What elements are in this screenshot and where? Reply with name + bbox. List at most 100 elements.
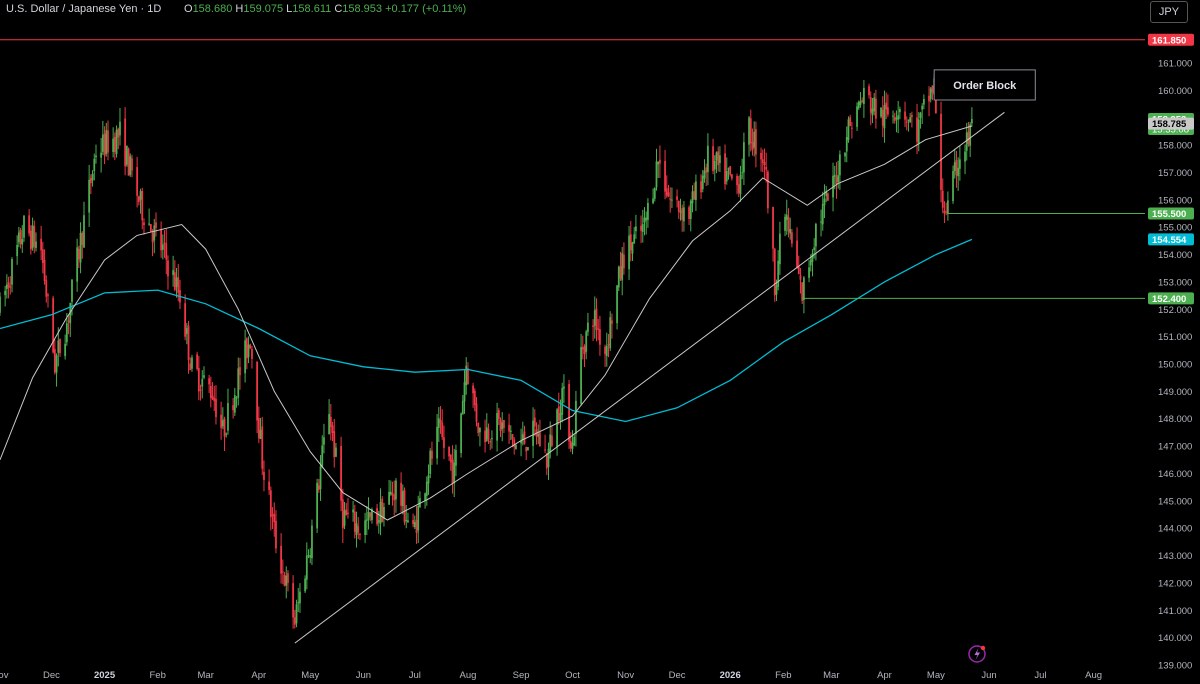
candle-body	[761, 159, 764, 163]
candle-body	[472, 385, 474, 394]
candle-body	[153, 225, 156, 241]
candle-body	[412, 520, 414, 525]
candle-body	[393, 494, 396, 501]
price-chart[interactable]: Order Block 139.000 140.000 141.000 142.000…	[0, 0, 1200, 684]
support-level-badge-value: 152.400	[1152, 294, 1186, 305]
candle-body	[189, 363, 192, 371]
time-tick-label: Oct	[565, 670, 580, 681]
candle-body	[609, 317, 612, 349]
candle-body	[199, 389, 202, 391]
candle-body	[881, 109, 884, 126]
candle-body	[333, 431, 336, 458]
candle-body	[796, 240, 798, 269]
candle-body	[537, 434, 540, 437]
candle-body	[129, 156, 132, 175]
candle-body	[691, 191, 694, 204]
candle-body	[965, 132, 968, 151]
candle-body	[773, 248, 776, 296]
candle-body	[367, 511, 370, 520]
candle-body	[707, 145, 709, 172]
candle-body	[592, 325, 594, 327]
time-tick-label: Sep	[513, 670, 530, 681]
candle-body	[163, 242, 166, 244]
candle-body	[460, 413, 462, 453]
candle-body	[869, 97, 872, 113]
candle-body	[251, 349, 253, 359]
candle-body	[381, 498, 384, 522]
candle-body	[112, 138, 115, 153]
candle-body	[160, 228, 163, 251]
candle-body	[9, 286, 12, 288]
candle-body	[57, 340, 60, 353]
candle-body	[787, 216, 790, 232]
candle-body	[941, 190, 944, 208]
candle-body	[659, 159, 661, 164]
price-tick-label: 141.000	[1158, 606, 1192, 617]
price-axis[interactable]: 139.000 140.000 141.000 142.000 143.000 144.0…	[1158, 59, 1192, 672]
candle-body	[131, 158, 133, 171]
candle-body	[820, 221, 822, 223]
candle-body	[575, 400, 577, 434]
candle-body	[955, 160, 958, 176]
candle-body	[40, 238, 43, 251]
candle-body	[328, 414, 331, 435]
candle-body	[621, 253, 624, 281]
candle-body	[491, 438, 493, 440]
candle-body	[19, 230, 22, 244]
candle-body	[345, 509, 348, 516]
candle-body	[605, 345, 608, 357]
candle-body	[664, 160, 666, 192]
candle-body	[713, 160, 716, 170]
candle-body	[701, 175, 704, 190]
candle-body	[400, 482, 402, 506]
candle-body	[33, 226, 36, 247]
candle-body	[917, 119, 920, 144]
candle-body	[802, 277, 805, 300]
candle-body	[515, 445, 517, 450]
candle-body	[261, 426, 264, 469]
candle-body	[688, 207, 690, 219]
candle-body	[88, 179, 91, 213]
candle-body	[657, 162, 660, 165]
candle-body	[700, 181, 702, 193]
currency-button[interactable]: JPY	[1150, 1, 1188, 23]
price-tick-label: 153.000	[1158, 277, 1192, 288]
candle-body	[616, 285, 618, 324]
candle-body	[485, 427, 488, 441]
candle-body	[958, 159, 961, 169]
candle-body	[617, 266, 620, 288]
time-tick-label: Jul	[1034, 670, 1046, 681]
time-tick-label: Mar	[823, 670, 839, 681]
price-tick-label: 152.000	[1158, 305, 1192, 316]
candle-body	[837, 175, 840, 182]
candle-body	[53, 349, 56, 373]
candle-body	[689, 200, 692, 219]
candle-body	[647, 202, 649, 220]
candle-body	[113, 136, 116, 152]
candle-body	[247, 344, 250, 358]
candle-body	[191, 357, 193, 369]
candle-body	[269, 490, 272, 518]
candle-body	[772, 206, 774, 249]
candle-body	[100, 152, 103, 158]
candle-body	[844, 152, 846, 157]
candle-body	[95, 155, 97, 158]
candle-body	[369, 512, 372, 517]
candle-body	[946, 200, 949, 215]
candle-body	[808, 267, 810, 278]
candle-body	[263, 471, 265, 480]
time-tick-label: May	[927, 670, 945, 681]
candle-body	[119, 121, 121, 136]
candle-body	[667, 192, 670, 197]
candle-body	[849, 117, 852, 126]
candle-body	[141, 190, 144, 221]
candle-body	[280, 545, 283, 574]
candle-body	[679, 210, 682, 213]
candle-body	[641, 224, 644, 232]
candle-body	[293, 617, 296, 625]
candle-body	[871, 108, 874, 115]
ma-slow-badge-value: 154.554	[1152, 235, 1187, 246]
candle-body	[484, 430, 486, 443]
candle-body	[45, 280, 48, 297]
open-value: 158.680	[192, 3, 233, 15]
